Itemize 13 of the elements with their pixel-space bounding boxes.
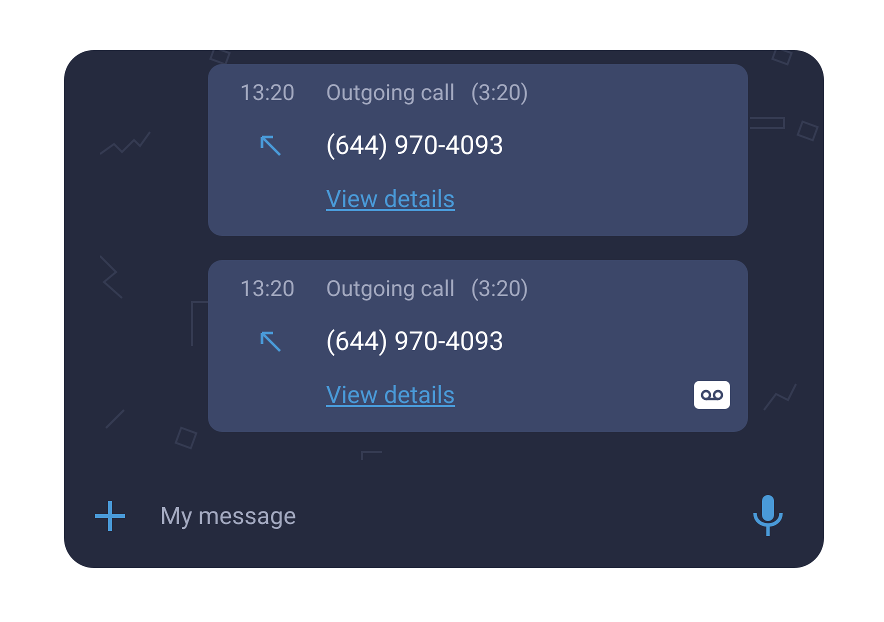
microphone-icon[interactable] xyxy=(752,495,784,537)
call-type: Outgoing call xyxy=(326,80,455,108)
call-type: Outgoing call xyxy=(326,276,455,304)
plus-icon[interactable] xyxy=(92,498,128,534)
view-details-link[interactable]: View details xyxy=(326,380,456,410)
call-duration: (3:20) xyxy=(470,276,528,304)
call-duration: (3:20) xyxy=(470,80,528,108)
phone-number: (644) 970-4093 xyxy=(326,326,505,358)
call-time: 13:20 xyxy=(240,80,296,108)
phone-number: (644) 970-4093 xyxy=(326,130,505,162)
call-time: 13:20 xyxy=(240,276,296,304)
message-input[interactable]: My message xyxy=(160,498,752,534)
view-details-link[interactable]: View details xyxy=(326,184,456,214)
